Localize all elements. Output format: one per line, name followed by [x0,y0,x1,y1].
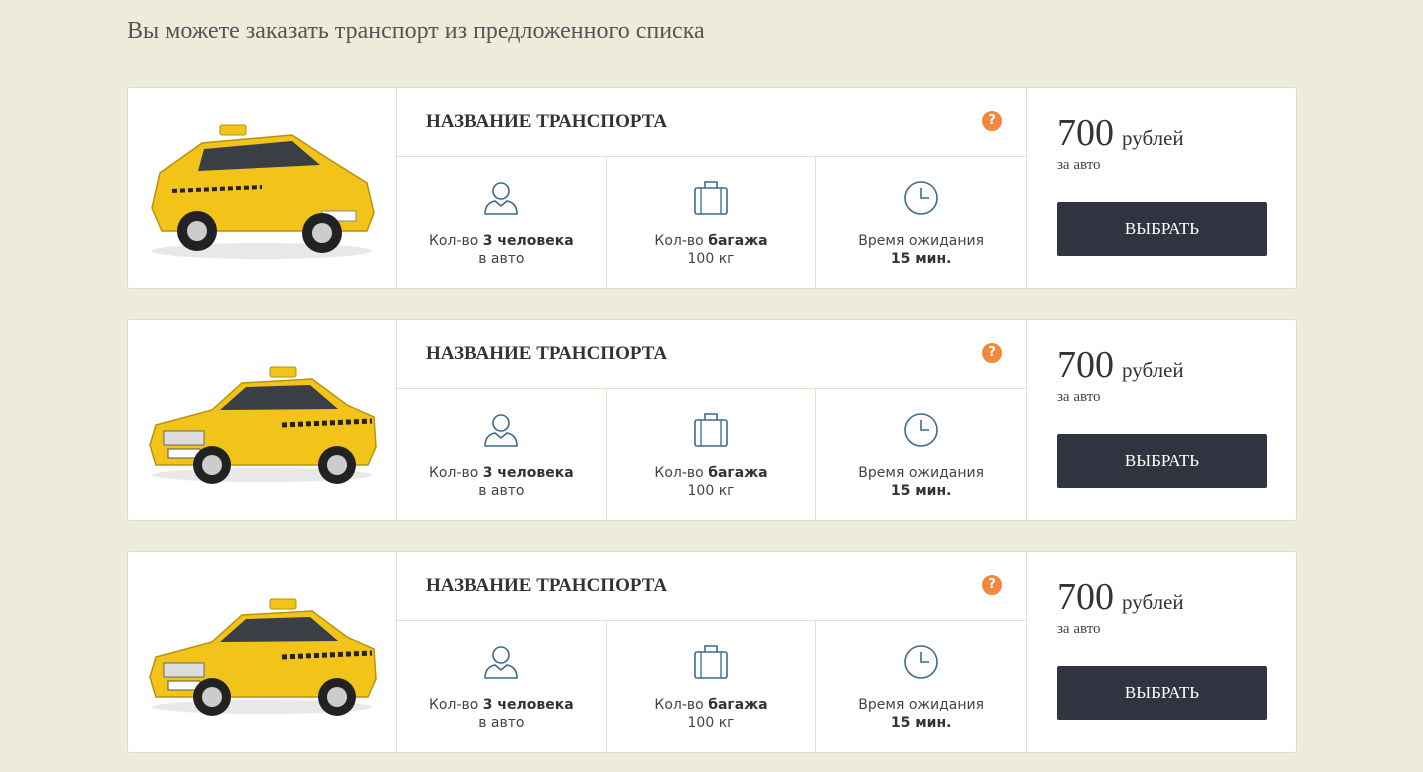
price-currency: рублей [1122,126,1184,150]
person-icon [484,646,519,679]
feature-label: Кол-во [428,697,483,713]
feature-wait-time: Время ожидания 15 мин. [816,157,1026,288]
person-icon [484,414,519,447]
feature-sub: в авто [478,483,525,499]
feature-value: багажа [708,233,768,249]
feature-label: Кол-во [428,465,483,481]
feature-label: Время ожидания [858,465,985,481]
feature-luggage: Кол-во багажа 100 кг [607,621,817,752]
transport-name: НАЗВАНИЕ ТРАНСПОРТА [426,575,668,596]
car-image-cell [128,320,397,520]
price-per: за авто [1057,157,1101,173]
choose-button[interactable]: ВЫБРАТЬ [1057,434,1267,488]
feature-luggage: Кол-во багажа 100 кг [607,157,817,288]
feature-sub: 100 кг [687,483,735,499]
feature-label: Время ожидания [858,697,985,713]
hatchback-taxi-image [151,124,375,259]
clock-icon [904,645,938,679]
feature-passengers: Кол-во 3 человека в авто [397,157,607,288]
feature-value: 15 мин. [890,715,952,731]
feature-label: Время ожидания [858,233,985,249]
feature-wait-time: Время ожидания 15 мин. [816,621,1026,752]
price-cell: 700 рублей за авто ВЫБРАТЬ [1027,88,1296,288]
feature-passengers: Кол-во 3 человека в авто [397,389,607,520]
choose-button[interactable]: ВЫБРАТЬ [1057,666,1267,720]
sedan-taxi-image [149,366,377,484]
help-icon[interactable]: ? [982,574,1002,595]
feature-value: багажа [708,697,768,713]
feature-value: 3 человека [482,233,574,249]
help-icon[interactable]: ? [982,110,1002,131]
person-icon [484,182,519,215]
feature-label: Кол-во [654,465,709,481]
page-title: Вы можете заказать транспорт из предложе… [127,18,705,44]
transport-card: НАЗВАНИЕ ТРАНСПОРТА ? Кол-во 3 человека … [127,551,1297,753]
feature-value: 3 человека [482,697,574,713]
price-per: за авто [1057,389,1101,405]
price-amount: 700 [1057,344,1114,386]
transport-name: НАЗВАНИЕ ТРАНСПОРТА [426,343,668,364]
feature-sub: 100 кг [687,715,735,731]
transport-name: НАЗВАНИЕ ТРАНСПОРТА [426,111,668,132]
price-amount: 700 [1057,112,1114,154]
feature-label: Кол-во [654,697,709,713]
price-cell: 700 рублей за авто ВЫБРАТЬ [1027,552,1296,752]
transport-card: НАЗВАНИЕ ТРАНСПОРТА ? Кол-во 3 человека … [127,319,1297,521]
car-image-cell [128,88,397,288]
feature-sub: 100 кг [687,251,735,267]
feature-sub: в авто [478,715,525,731]
feature-passengers: Кол-во 3 человека в авто [397,621,607,752]
transport-card: НАЗВАНИЕ ТРАНСПОРТА ? Кол-во 3 человека … [127,87,1297,289]
choose-button[interactable]: ВЫБРАТЬ [1057,202,1267,256]
price-amount: 700 [1057,576,1114,618]
luggage-icon [694,645,728,679]
feature-luggage: Кол-во багажа 100 кг [607,389,817,520]
feature-value: багажа [708,465,768,481]
feature-label: Кол-во [654,233,709,249]
feature-value: 3 человека [482,465,574,481]
feature-value: 15 мин. [890,483,952,499]
feature-wait-time: Время ожидания 15 мин. [816,389,1026,520]
transport-list: НАЗВАНИЕ ТРАНСПОРТА ? Кол-во 3 человека … [127,87,1297,772]
luggage-icon [694,413,728,447]
sedan-taxi-image [149,598,377,716]
feature-value: 15 мин. [890,251,952,267]
price-per: за авто [1057,621,1101,637]
clock-icon [904,413,938,447]
help-icon[interactable]: ? [982,342,1002,363]
price-currency: рублей [1122,358,1184,382]
feature-sub: в авто [478,251,525,267]
clock-icon [904,181,938,215]
price-cell: 700 рублей за авто ВЫБРАТЬ [1027,320,1296,520]
car-image-cell [128,552,397,752]
feature-label: Кол-во [428,233,483,249]
luggage-icon [694,181,728,215]
price-currency: рублей [1122,590,1184,614]
